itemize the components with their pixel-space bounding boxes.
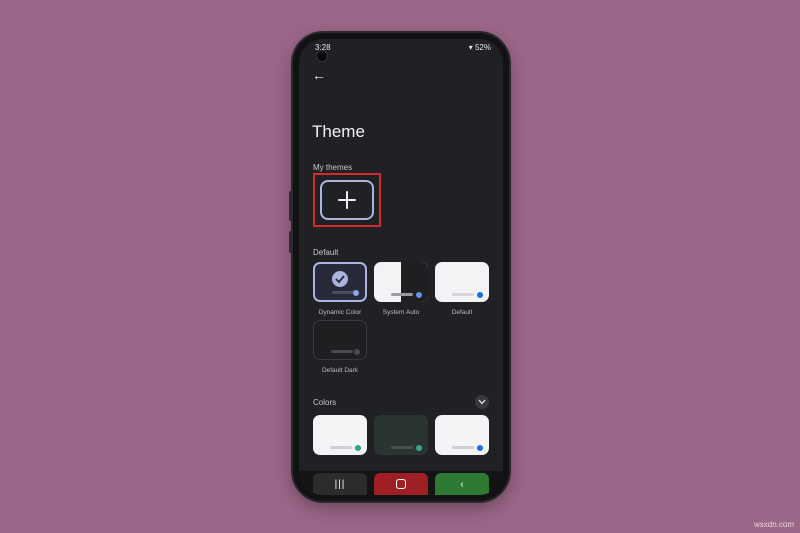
chevron-down-icon[interactable] [475,395,489,409]
back-arrow-icon[interactable]: ← [312,67,326,83]
color-theme-card-1[interactable] [313,415,367,455]
theme-label-default-dark: Default Dark [321,367,359,374]
theme-accent-dot [477,292,483,298]
theme-label-system-auto: System Auto [382,309,420,316]
theme-accent-dot [353,290,359,296]
phone-screen: 3:28 ▾ 52% ← Theme My themes Default Dyn… [299,39,503,495]
theme-card-system-auto[interactable] [374,262,428,302]
phone-frame: 3:28 ▾ 52% ← Theme My themes Default Dyn… [289,33,509,501]
home-button[interactable] [374,473,428,495]
check-circle-icon [332,271,348,287]
plus-icon [338,191,356,209]
theme-preview-bar [332,291,354,294]
theme-accent-dot [416,292,422,298]
theme-accent-dot [354,349,360,355]
theme-accent-dot [416,445,422,451]
watermark: wsxdn.com [753,520,794,529]
theme-card-default[interactable] [435,262,489,302]
theme-preview-bar [452,293,474,296]
section-my-themes: My themes [313,163,353,172]
status-bar: 3:28 ▾ 52% [311,43,491,55]
power-button [289,231,293,253]
back-chevron-icon: ‹ [460,478,464,490]
volume-button [289,191,293,221]
wifi-icon: ▾ [468,43,473,52]
nav-back-button[interactable]: ‹ [435,473,489,495]
recents-button[interactable]: ||| [313,473,367,495]
theme-label-dynamic-color: Dynamic Color [318,309,362,316]
recents-icon: ||| [334,478,346,490]
add-theme-button[interactable] [320,180,374,220]
theme-preview-bar [331,350,353,353]
theme-accent-dot [477,445,483,451]
section-default: Default [313,248,339,257]
color-theme-card-2[interactable] [374,415,428,455]
color-theme-card-3[interactable] [435,415,489,455]
navigation-bar: ||| ‹ [299,471,503,495]
theme-preview-bar [330,446,352,449]
theme-card-default-dark[interactable] [313,320,367,360]
status-right: ▾ 52% [469,43,491,52]
camera-cutout [316,50,328,62]
theme-preview-bar [452,446,474,449]
battery-level: 52% [474,43,491,52]
theme-accent-dot [355,445,361,451]
page-title: Theme [312,122,365,141]
theme-dark-half [401,262,428,302]
theme-card-dynamic-color[interactable] [313,262,367,302]
theme-preview-bar [391,293,413,296]
section-colors: Colors [313,398,337,407]
theme-preview-bar [391,446,413,449]
home-icon [396,479,406,489]
theme-label-default: Default [451,309,473,316]
chevron-down-glyph [478,399,486,405]
add-theme-highlight [313,173,381,227]
